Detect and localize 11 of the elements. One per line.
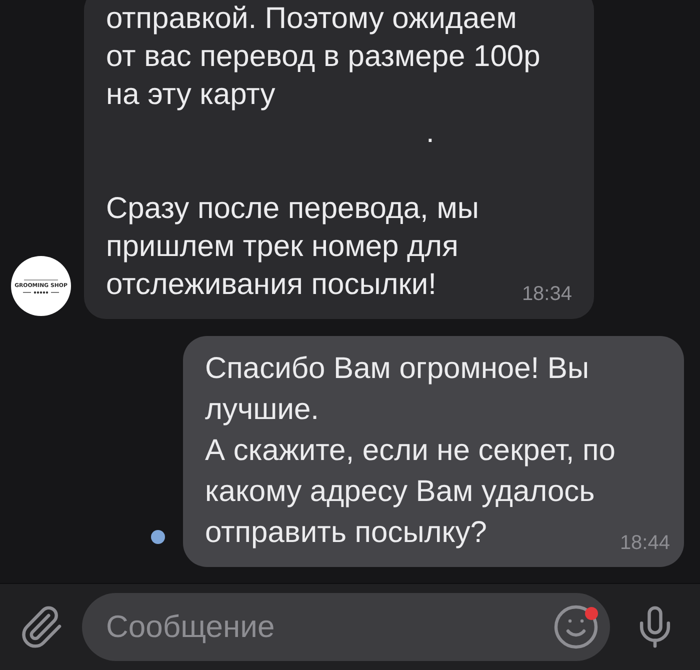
message-text: Спасибо Вам огромное! Вы лучшие. [205,352,590,426]
message-field[interactable]: Сообщение [82,593,610,661]
message-text: А скажите, если не секрет, по какому адресу Вам удалось отправить посылку? [205,434,616,549]
message-text: отправкой. Поэтому ожидаем от вас перевод в размере 100р на эту карту [106,2,540,111]
logo-line-icon [24,278,58,280]
message-time: 18:44 [620,531,670,555]
logo-dots-icon [23,290,59,294]
message-time: 18:34 [522,282,572,306]
message-text: Сразу после перевода, мы пришлем трек номер для отслеживания посылки! [106,192,479,301]
emoji-button[interactable] [552,603,600,651]
message-text: . [426,116,434,149]
